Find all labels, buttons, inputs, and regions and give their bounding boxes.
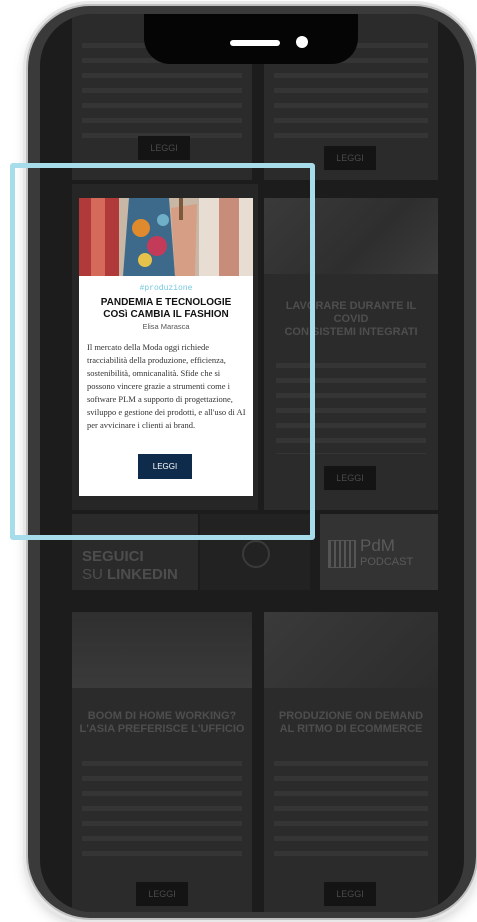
linkedin-banner-text: SEGUICI SU LINKEDIN (82, 548, 178, 583)
podcast-icon (328, 540, 356, 568)
title-line: L'ASIA PREFERISCE L'UFFICIO (79, 723, 245, 735)
notch (144, 14, 358, 64)
read-button-bottom-left[interactable]: LEGGI (136, 882, 188, 906)
article-title: PRODUZIONE ON DEMAND AL RITMO DI ECOMMER… (264, 710, 438, 736)
article-image (264, 612, 438, 688)
article-image (72, 612, 252, 688)
play-icon (242, 540, 270, 568)
speaker-icon (230, 40, 280, 46)
read-button-top-left[interactable]: LEGGI (138, 136, 190, 160)
read-button-top-right[interactable]: LEGGI (324, 146, 376, 170)
title-line: PRODUZIONE ON DEMAND (278, 710, 424, 722)
article-card-bottom-right: PRODUZIONE ON DEMAND AL RITMO DI ECOMMER… (264, 612, 438, 912)
read-button-mid-right[interactable]: LEGGI (324, 466, 376, 490)
podcast-banner-text: PdM PODCAST (360, 536, 414, 568)
podcast-banner[interactable]: PdM PODCAST (320, 514, 438, 590)
article-excerpt-placeholder (274, 756, 428, 866)
read-button-bottom-right[interactable]: LEGGI (324, 882, 376, 906)
title-line: AL RITMO DI ECOMMERCE (279, 723, 423, 735)
title-line: BOOM DI HOME WORKING? (87, 710, 237, 722)
highlight-frame (10, 163, 315, 540)
article-title: BOOM DI HOME WORKING? L'ASIA PREFERISCE … (72, 710, 252, 736)
article-excerpt-placeholder (82, 756, 242, 866)
camera-icon (296, 36, 308, 48)
article-card-bottom-left: BOOM DI HOME WORKING? L'ASIA PREFERISCE … (72, 612, 252, 912)
